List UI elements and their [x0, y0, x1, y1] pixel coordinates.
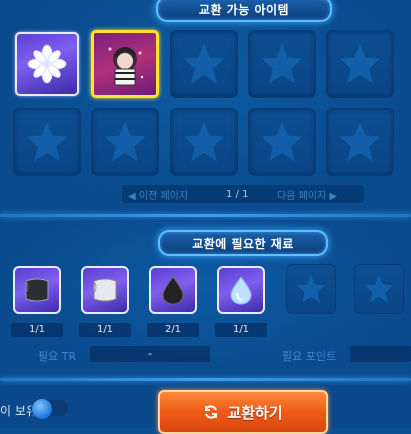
- next-page-button[interactable]: 다음 페이지 ▶: [277, 187, 337, 202]
- required-tr-value: -: [90, 346, 210, 362]
- exchange-items-title: 교환 가능 아이템: [156, 0, 332, 22]
- material-count: 1/1: [11, 323, 63, 337]
- star-icon: [339, 121, 381, 162]
- required-tr-label: 필요 TR: [38, 350, 77, 363]
- material-item[interactable]: [217, 266, 265, 314]
- star-icon: [261, 43, 303, 84]
- material-item[interactable]: [149, 266, 197, 314]
- owned-toggle[interactable]: [31, 398, 68, 420]
- empty-slot: [170, 30, 238, 98]
- empty-slot: [248, 108, 316, 176]
- empty-slot: [326, 108, 394, 176]
- section-divider: [0, 378, 411, 381]
- refresh-icon: [205, 405, 218, 419]
- material-count: 1/1: [79, 323, 131, 337]
- page-indicator: 1 / 1: [226, 188, 249, 200]
- star-icon: [339, 43, 381, 84]
- materials-title: 교환에 필요한 재료: [158, 230, 328, 256]
- required-point-value: [350, 346, 411, 362]
- section-divider: [0, 214, 411, 217]
- star-icon: [183, 43, 225, 84]
- star-icon: [296, 274, 326, 303]
- blue-drop-icon: [230, 276, 252, 305]
- empty-slot: [91, 108, 159, 176]
- exchange-button-label: 교환하기: [227, 403, 283, 422]
- empty-slot: [13, 108, 81, 176]
- flower-item[interactable]: [15, 32, 79, 96]
- empty-slot: [248, 30, 316, 98]
- star-icon: [104, 121, 146, 162]
- star-icon: [183, 121, 225, 162]
- white-flower-icon: [27, 44, 67, 84]
- required-point-label: 필요 포인트: [282, 350, 337, 363]
- toggle-knob[interactable]: [31, 398, 53, 420]
- white-cloth-icon: [93, 278, 117, 302]
- material-count: 1/1: [215, 323, 267, 337]
- character-item[interactable]: [91, 30, 159, 98]
- empty-slot: [170, 108, 238, 176]
- star-icon: [261, 121, 303, 162]
- star-icon: [364, 274, 394, 303]
- empty-slot: [326, 30, 394, 98]
- prev-page-button[interactable]: ◀ 이전 페이지: [128, 187, 188, 202]
- dark-cloth-icon: [25, 278, 49, 302]
- exchange-button[interactable]: 교환하기: [158, 390, 328, 434]
- empty-material-slot: [286, 264, 336, 314]
- black-drop-icon: [162, 276, 184, 305]
- star-icon: [26, 121, 68, 162]
- empty-material-slot: [354, 264, 404, 314]
- material-item[interactable]: [13, 266, 61, 314]
- pager: ◀ 이전 페이지 1 / 1 다음 페이지 ▶: [122, 185, 364, 203]
- material-item[interactable]: [81, 266, 129, 314]
- material-count: 2/1: [147, 323, 199, 337]
- character-portrait-icon: [108, 47, 144, 86]
